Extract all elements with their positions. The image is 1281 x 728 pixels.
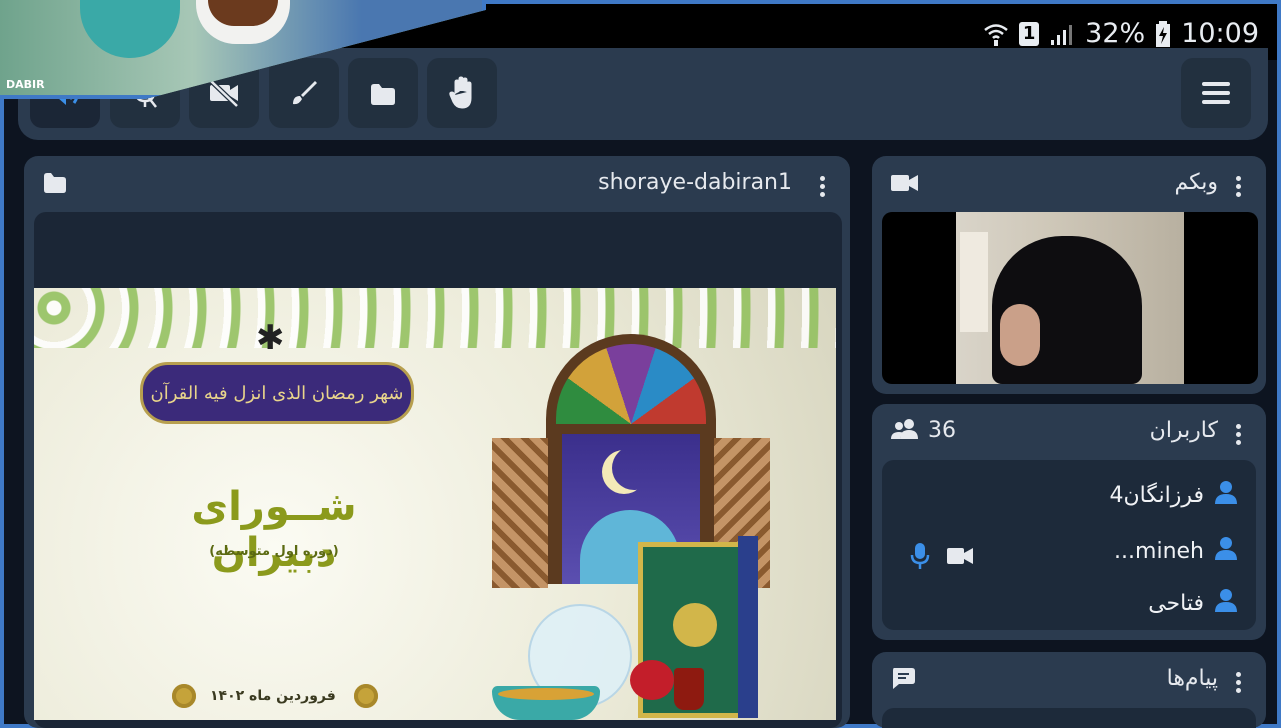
presentation-slide: ✱ شهر رمضان الذی انزل فیه القرآن شــورای… xyxy=(34,288,836,720)
webcam-panel: وبکم xyxy=(872,156,1266,394)
messages-list xyxy=(882,708,1256,728)
window-shutter-left xyxy=(492,438,548,588)
presentation-title: shoraye-dabiran1 xyxy=(598,170,792,195)
slide-headline: شــورای دبیران xyxy=(191,484,357,576)
brush-icon xyxy=(289,78,319,108)
user-icon xyxy=(1214,588,1238,618)
raise-hand-button[interactable] xyxy=(427,58,497,128)
participant-face xyxy=(1000,304,1040,366)
webcam-feed xyxy=(956,212,1184,384)
hand-icon xyxy=(447,76,477,110)
user-row[interactable]: فرزانگان4 xyxy=(1109,480,1238,510)
users-group-icon xyxy=(890,418,920,444)
users-title: کاربران xyxy=(1149,418,1218,443)
battery-charging-icon xyxy=(1155,20,1171,47)
watermark-text: DABIR xyxy=(6,78,45,91)
presentation-options-icon[interactable] xyxy=(820,176,826,200)
user-name: ...mineh xyxy=(1114,538,1204,564)
window-light xyxy=(960,232,988,332)
folder-icon xyxy=(368,79,398,107)
webcam-options-icon[interactable] xyxy=(1236,176,1242,200)
status-icons: 1 32% 10:09 xyxy=(983,18,1259,49)
signal-icon xyxy=(1049,22,1075,46)
webcam-video xyxy=(882,212,1258,384)
user-name: فرزانگان4 xyxy=(1109,482,1204,508)
hamburger-menu-icon xyxy=(1200,80,1232,106)
files-button[interactable] xyxy=(348,58,418,128)
messages-title: پیام‌ها xyxy=(1166,666,1218,691)
user-row[interactable]: ...mineh xyxy=(1114,536,1238,566)
video-camera-icon xyxy=(890,172,920,198)
gear-ornament-icon-2 xyxy=(354,684,378,708)
user-name: فتاحی xyxy=(1148,590,1204,616)
camera-off-icon xyxy=(207,79,241,107)
presentation-folder-icon[interactable] xyxy=(42,170,68,198)
calligraphy-banner: شهر رمضان الذی انزل فیه القرآن xyxy=(140,362,414,424)
users-options-icon[interactable] xyxy=(1236,424,1242,448)
messages-panel: پیام‌ها xyxy=(872,652,1266,728)
users-count: 36 xyxy=(928,418,956,443)
calligraphy-text: شهر رمضان الذی انزل فیه القرآن xyxy=(150,382,404,404)
messages-options-icon[interactable] xyxy=(1236,672,1242,696)
gear-ornament-icon xyxy=(172,684,196,708)
clock: 10:09 xyxy=(1181,18,1259,49)
users-panel: 36 کاربران فرزانگان4 ...mineh فتاحی xyxy=(872,404,1266,640)
quran-book-back xyxy=(738,536,758,718)
chat-bubble-icon xyxy=(890,666,916,694)
sim-icon: 1 xyxy=(1019,21,1040,46)
slide-date: فروردین ماه ۱۴۰۲ xyxy=(210,688,336,704)
star-ornament: ✱ xyxy=(256,318,285,358)
user-row[interactable]: فتاحی xyxy=(1148,588,1238,618)
user-mic-on-icon xyxy=(910,542,930,574)
tea-glass xyxy=(674,668,704,710)
users-list: فرزانگان4 ...mineh فتاحی xyxy=(882,460,1256,630)
battery-percent: 32% xyxy=(1085,18,1146,49)
webcam-title: وبکم xyxy=(1174,170,1218,195)
user-camera-on-icon xyxy=(946,546,974,570)
crescent-moon-icon xyxy=(612,446,656,490)
slide-subtitle: (دوره اول متوسطه) xyxy=(209,544,339,559)
flower-garland xyxy=(34,288,836,348)
menu-button[interactable] xyxy=(1181,58,1251,128)
soup-bowl-slide xyxy=(492,686,600,720)
whiteboard-brush-button[interactable] xyxy=(269,58,339,128)
wifi-icon xyxy=(983,21,1009,47)
user-icon xyxy=(1214,480,1238,510)
user-icon xyxy=(1214,536,1238,566)
apple xyxy=(630,660,674,700)
